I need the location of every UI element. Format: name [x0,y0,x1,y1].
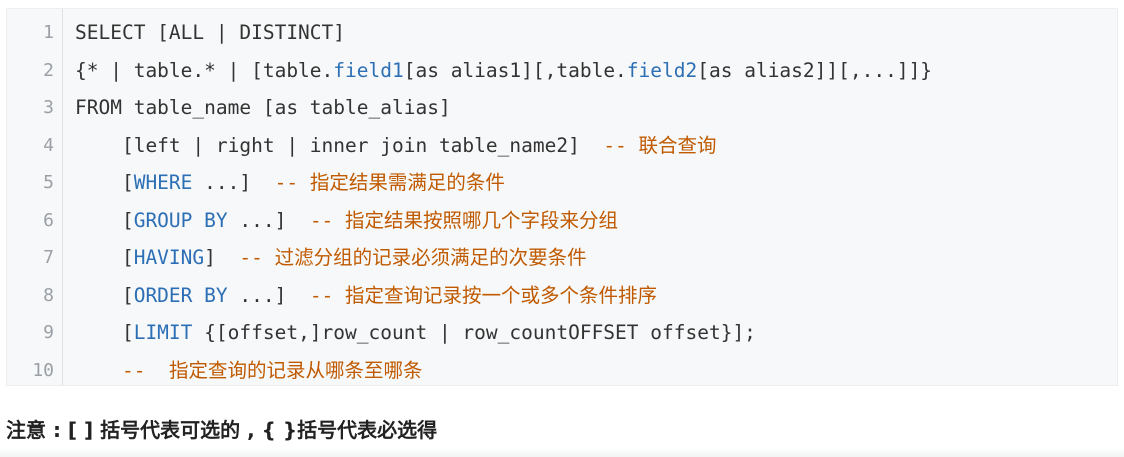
line-code: [LIMIT {[offset,]row_count | row_countOF… [75,314,756,351]
code-segment: 指定结果需满足的条件 [309,171,505,194]
code-segment: -- [309,283,346,307]
code-segment: GROUP BY [133,208,228,232]
line-number: 5 [43,172,54,193]
line-number: 8 [43,284,54,306]
code-segment: {[offset,]row_count | row_countOFFSET of… [192,321,756,344]
code-segment: [as alias1][,table. [403,58,627,82]
code-segment: 指定查询记录按一个或多个条件排序 [345,283,658,307]
line-number: 9 [43,322,54,343]
line-code: [WHERE ...] -- 指定结果需满足的条件 [75,164,505,201]
code-segment: HAVING [133,246,205,269]
code-segment: SELECT [ALL | DISTINCT] [75,21,346,44]
code-segment: -- [309,208,346,232]
line-number: 10 [32,359,54,381]
code-segment: WHERE [133,171,193,194]
line-code: [ORDER BY ...] -- 指定查询记录按一个或多个条件排序 [75,277,657,314]
code-segment: FROM table_name [as table_alias] [75,96,451,119]
code-segment: [left | right | inner join table_name2] [75,133,604,157]
line-code: [GROUP BY ...] -- 指定结果按照哪几个字段来分组 [75,202,618,239]
line-number: 7 [43,247,54,268]
code-segment: [as alias2]][,...]]} [697,58,933,82]
line-number: 1 [43,22,54,43]
code-segment: -- [121,358,169,382]
code-segment: -- [239,246,275,269]
line-number: 4 [43,134,54,156]
code-segment: -- [274,171,310,194]
line-number: 2 [43,59,54,81]
code-block: 1 SELECT [ALL | DISTINCT] 2 {* | table.* | … [6,8,1118,386]
line-code: -- 指定查询的记录从哪条至哪条 [75,352,422,389]
code-segment: 联合查询 [638,133,717,157]
line-code: SELECT [ALL | DISTINCT] [75,14,345,51]
code-segment: [ [75,321,134,344]
code-segment: ...] [227,283,310,307]
code-segment: 过滤分组的记录必须满足的次要条件 [274,246,587,269]
code-segment: 指定结果按照哪几个字段来分组 [345,208,619,232]
code-segment: [ [75,283,134,307]
code-segment: ORDER BY [133,283,228,307]
code-segment: -- [603,133,639,157]
code-segment: field1 [333,58,404,82]
line-code: [HAVING] -- 过滤分组的记录必须满足的次要条件 [75,239,587,276]
code-segment: 指定查询的记录从哪条至哪条 [168,358,423,382]
line-number: 3 [43,97,54,118]
bottom-edge [0,448,1124,457]
code-segment: ...] [192,171,275,194]
code-segment: [ [75,171,134,194]
code-segment: [ [75,208,134,232]
note-text: 注意 : [ ] 括号代表可选的 , { }括号代表必选得 [6,418,438,442]
code-segment: [ [75,246,134,269]
code-segment: LIMIT [133,321,193,344]
code-segment: {* | table.* | [table. [75,58,334,82]
code-segment: ] [204,246,240,269]
line-code: [left | right | inner join table_name2] … [75,127,717,164]
code-segment: field2 [626,58,698,82]
line-code: {* | table.* | [table.field1[as alias1][… [75,52,932,89]
code-segment: ...] [227,208,310,232]
line-number: 6 [43,209,54,231]
line-code: FROM table_name [as table_alias] [75,89,451,126]
